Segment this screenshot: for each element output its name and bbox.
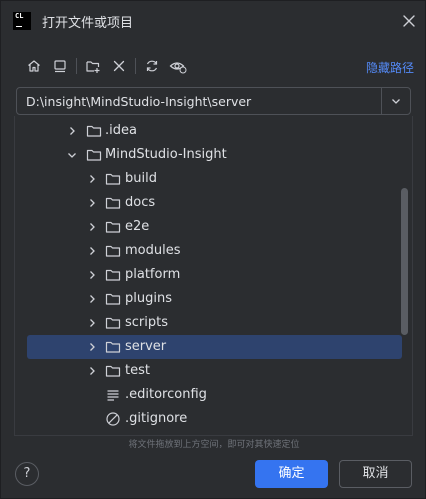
tree-item-label: platform	[125, 267, 181, 282]
tree-scrollbar[interactable]	[401, 188, 408, 335]
folder-icon	[105, 293, 121, 305]
folder-icon	[105, 317, 121, 329]
tree-item-label: server	[125, 339, 167, 354]
tree-item-label: test	[125, 363, 150, 378]
path-field[interactable]	[16, 87, 411, 115]
tree-item-scripts[interactable]: scripts	[15, 311, 412, 335]
chevron-right-icon[interactable]	[86, 365, 98, 377]
tree-item-label: .gitignore	[125, 411, 188, 426]
title-bar: CL 打开文件或项目	[1, 1, 426, 41]
app-logo-text: CL	[15, 12, 24, 20]
ignored-file-icon	[106, 412, 120, 426]
chevron-down-icon[interactable]	[66, 149, 78, 161]
cancel-button[interactable]: 取消	[339, 460, 412, 488]
tree-item-label: modules	[125, 243, 181, 258]
desktop-icon[interactable]	[49, 55, 71, 77]
tree-item-e2e[interactable]: e2e	[15, 215, 412, 239]
chevron-right-icon[interactable]	[86, 341, 98, 353]
folder-icon	[105, 341, 121, 353]
tree-item-mindstudio-insight[interactable]: MindStudio-Insight	[15, 143, 412, 167]
show-hidden-icon[interactable]	[167, 55, 189, 77]
drop-hint: 将文件拖放到上方空间，即可对其快速定位	[128, 440, 300, 450]
tree-item-label: .idea	[105, 123, 137, 138]
folder-icon	[105, 197, 121, 209]
tree-item-label: MindStudio-Insight	[105, 147, 227, 162]
folder-icon	[86, 149, 102, 161]
delete-icon[interactable]	[108, 55, 130, 77]
folder-icon	[105, 245, 121, 257]
chevron-right-icon[interactable]	[86, 197, 98, 209]
ok-button[interactable]: 确定	[255, 460, 328, 488]
tree-item-plugins[interactable]: plugins	[15, 287, 412, 311]
folder-icon	[105, 221, 121, 233]
tree-item-label: e2e	[125, 219, 150, 234]
chevron-right-icon[interactable]	[86, 269, 98, 281]
app-logo: CL	[13, 12, 31, 30]
chevron-down-icon[interactable]	[382, 88, 410, 114]
tree-item-label: docs	[125, 195, 156, 210]
tree-item-idea[interactable]: .idea	[15, 119, 412, 143]
tree-item-label: build	[125, 171, 157, 186]
hide-path-link[interactable]: 隐藏路径	[366, 59, 414, 76]
folder-icon	[86, 125, 102, 137]
path-input[interactable]	[26, 94, 376, 109]
refresh-icon[interactable]	[141, 55, 163, 77]
new-folder-icon[interactable]	[82, 55, 104, 77]
chevron-right-icon[interactable]	[86, 221, 98, 233]
tree-item-docs[interactable]: docs	[15, 191, 412, 215]
chevron-right-icon[interactable]	[86, 317, 98, 329]
tree-item-test[interactable]: test	[15, 359, 412, 383]
tree-item-build[interactable]: build	[15, 167, 412, 191]
tree-item-platform[interactable]: platform	[15, 263, 412, 287]
folder-icon	[105, 269, 121, 281]
dialog-title: 打开文件或项目	[42, 16, 134, 31]
chevron-right-icon[interactable]	[86, 173, 98, 185]
tree-item-label: scripts	[125, 315, 168, 330]
chevron-right-icon[interactable]	[66, 125, 78, 137]
tree-item-modules[interactable]: modules	[15, 239, 412, 263]
open-file-dialog: CL 打开文件或项目 隐藏路径 D:\insight\MindStudio-In…	[0, 0, 426, 499]
folder-icon	[105, 365, 121, 377]
chevron-right-icon[interactable]	[86, 293, 98, 305]
toolbar: 隐藏路径	[1, 53, 426, 79]
tree-item-label: .editorconfig	[125, 387, 207, 402]
tree-item-label: plugins	[125, 291, 172, 306]
text-file-icon	[107, 390, 119, 401]
folder-icon	[105, 173, 121, 185]
chevron-right-icon[interactable]	[86, 245, 98, 257]
help-button[interactable]: ?	[15, 462, 39, 486]
file-tree[interactable]: .idea MindStudio-Insight build docs e2e	[14, 116, 413, 436]
home-icon[interactable]	[23, 55, 45, 77]
tree-item-server[interactable]: server	[15, 335, 412, 359]
tree-item-gitignore[interactable]: .gitignore	[15, 407, 412, 431]
close-icon[interactable]	[399, 11, 419, 31]
tree-item-editorconfig[interactable]: .editorconfig	[15, 383, 412, 407]
